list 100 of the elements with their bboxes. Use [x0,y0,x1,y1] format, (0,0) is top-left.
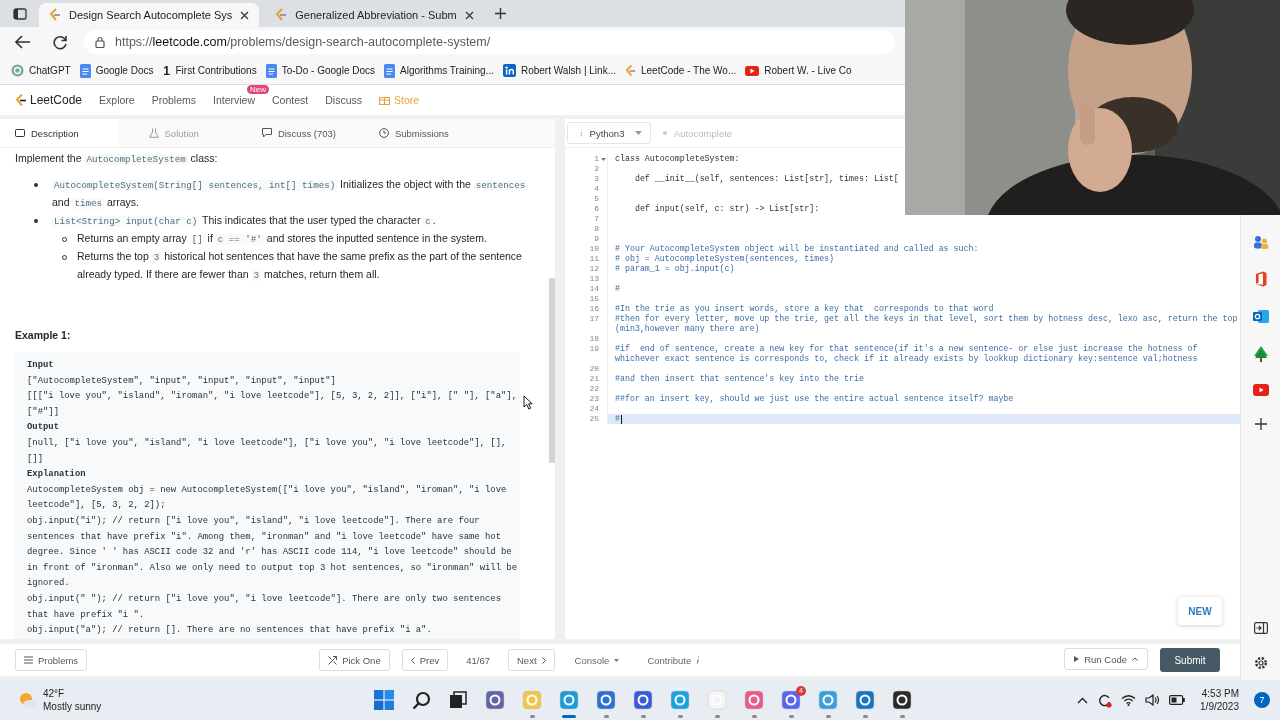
running-indicator [788,715,794,718]
line-number: 22 [589,384,599,394]
plus-icon[interactable] [1254,418,1267,430]
logo-icon [625,63,636,78]
line-number: 21 [589,374,599,384]
line-number: 13 [589,274,599,284]
example-heading: Explanation [27,468,86,482]
line-number: 12 [589,264,599,274]
line-number: 16 [589,304,599,314]
line-number: 14 [589,284,599,294]
people-icon[interactable] [1252,235,1269,249]
problems-button[interactable]: Problems [15,649,88,671]
bookmark[interactable]: 1 First Contributions [162,63,257,78]
line-number: 8 [594,224,599,234]
tab-actions-icon[interactable] [13,7,27,20]
bookmark[interactable]: To-Do - Google Docs [265,63,375,78]
knot-icon [11,64,24,77]
weather-text: Mostly sunny [43,700,102,713]
flask-icon [148,128,159,138]
line-number: 15 [589,294,599,304]
pointer-cursor-icon [523,395,533,410]
language-select[interactable]: Python3 [567,122,651,144]
chevron-up-icon[interactable] [1077,696,1089,704]
back-icon[interactable] [15,35,31,49]
new-tab-icon[interactable] [493,7,507,20]
battery-icon[interactable] [1169,695,1186,705]
contribute-button[interactable]: Contribute [639,654,709,666]
info-icon [579,129,583,137]
wifi-icon[interactable] [1121,694,1137,706]
run-code-button[interactable]: Run Code [1064,648,1148,670]
nav-link[interactable]: Explore [99,94,135,106]
speaker-icon[interactable] [1145,694,1161,706]
problem-position: 41/67 [466,654,490,666]
running-indicator [603,715,609,718]
line-number: 10 [589,244,599,254]
panel-tab[interactable]: Submissions [363,119,477,147]
running-indicator [714,715,720,718]
bookmark[interactable]: LeetCode - The Wo... [625,63,737,78]
caret-up-icon [1132,657,1138,661]
office-icon[interactable] [1253,271,1268,287]
example-line: [[["i love you", "island", "iroman", "i love leetcode"], [5, 3, 2, 2]], ["i"], [" "], ["a"], [27,390,517,404]
line-number: 3 [594,174,599,184]
code-line: whichever exact sentence is corresponds to, check if it already exists by lookkup dictionary key:sentence val;hotness [615,354,1198,364]
panel-tab[interactable]: Description [0,119,119,147]
line-number: 4 [594,184,599,194]
document-icon [384,63,395,78]
code-line: (min3,however many there are) [615,324,760,334]
window-stack-icon[interactable] [449,691,467,709]
bookmark[interactable]: Algorithms Training... [384,63,494,78]
code-line: ##for an insert key, should we just use the entire actual sentence itself? maybe [615,394,1014,404]
scrollbar[interactable] [549,278,555,463]
nav-link[interactable]: Contest [272,94,309,106]
console-button[interactable]: Console [566,654,628,666]
fold-caret-icon[interactable] [601,158,606,161]
line-number: 17 [589,314,599,324]
example-heading: Output [27,421,59,435]
play-icon[interactable] [1252,384,1269,396]
caret-icon [614,658,620,662]
bookmark[interactable]: Robert Walsh | Link... [502,64,616,77]
sidebar-panel-icon[interactable] [1253,622,1268,634]
example-line: obj.input(" "); // return ["i love you", "i love leetcode"]. There are only two sentences [27,592,501,606]
example-line: [null, ["i love you", "island", "i love leetcode"], ["i love you", "i love leetcode"], [], [27,436,507,450]
panel-tab[interactable]: Discuss (703) [246,119,364,147]
bookmark[interactable]: Google Docs [79,63,154,78]
close-icon[interactable] [464,10,474,20]
nav-link[interactable]: Discuss [325,94,362,106]
app-icon[interactable] [892,690,912,710]
line-number: 2 [594,164,599,174]
example-line: ["AutocompleteSystem", "input", "input", "input", "input"] [27,374,336,388]
sync-icon[interactable] [1097,692,1113,708]
mail-icon[interactable] [1252,309,1269,324]
bookmark[interactable]: ChatGPT [11,64,71,77]
running-indicator [825,715,831,718]
close-icon[interactable] [240,10,250,20]
reload-icon[interactable] [53,34,68,50]
document-icon [15,128,25,138]
search-icon[interactable] [411,690,431,710]
settings-icon[interactable] [1253,656,1268,670]
site-logo[interactable]: LeetCode [15,92,83,108]
prev-button[interactable]: Prev [401,649,449,671]
submit-button[interactable]: Submit [1160,648,1220,672]
notification-count[interactable]: 7 [1254,692,1270,708]
tree-icon[interactable] [1253,346,1268,362]
clock[interactable]: 4:53 PM 1/9/2023 [1200,687,1239,713]
browser-tab[interactable]: Generalized Abbreviation - Subm [265,3,484,27]
line-number: 6 [594,204,599,214]
bookmark[interactable]: Robert W. - Live Co [745,65,852,76]
bullet-dot [34,219,38,223]
address-bar[interactable]: https://leetcode.com/problems/design-search-autocomplete-system/ [84,30,895,54]
line-number: 1 [594,154,599,164]
nav-link[interactable]: Interview [213,94,256,106]
line-number: 5 [594,194,599,204]
browser-tab[interactable]: Design Search Autocomplete Sys [39,3,260,27]
next-button[interactable]: Next [508,649,555,671]
pick-one-button[interactable]: Pick One [319,649,390,671]
nav-link[interactable]: Problems [151,94,196,106]
start-icon[interactable] [374,690,394,710]
example-line: obj.input("a"); // return []. There are no sentences that have prefix "i a". [27,624,432,638]
example-line: in front of "ironman". Also we only need to output top 3 hot sentences, so "ironman" will be [27,561,517,575]
new-button[interactable]: NEW [1178,597,1222,625]
